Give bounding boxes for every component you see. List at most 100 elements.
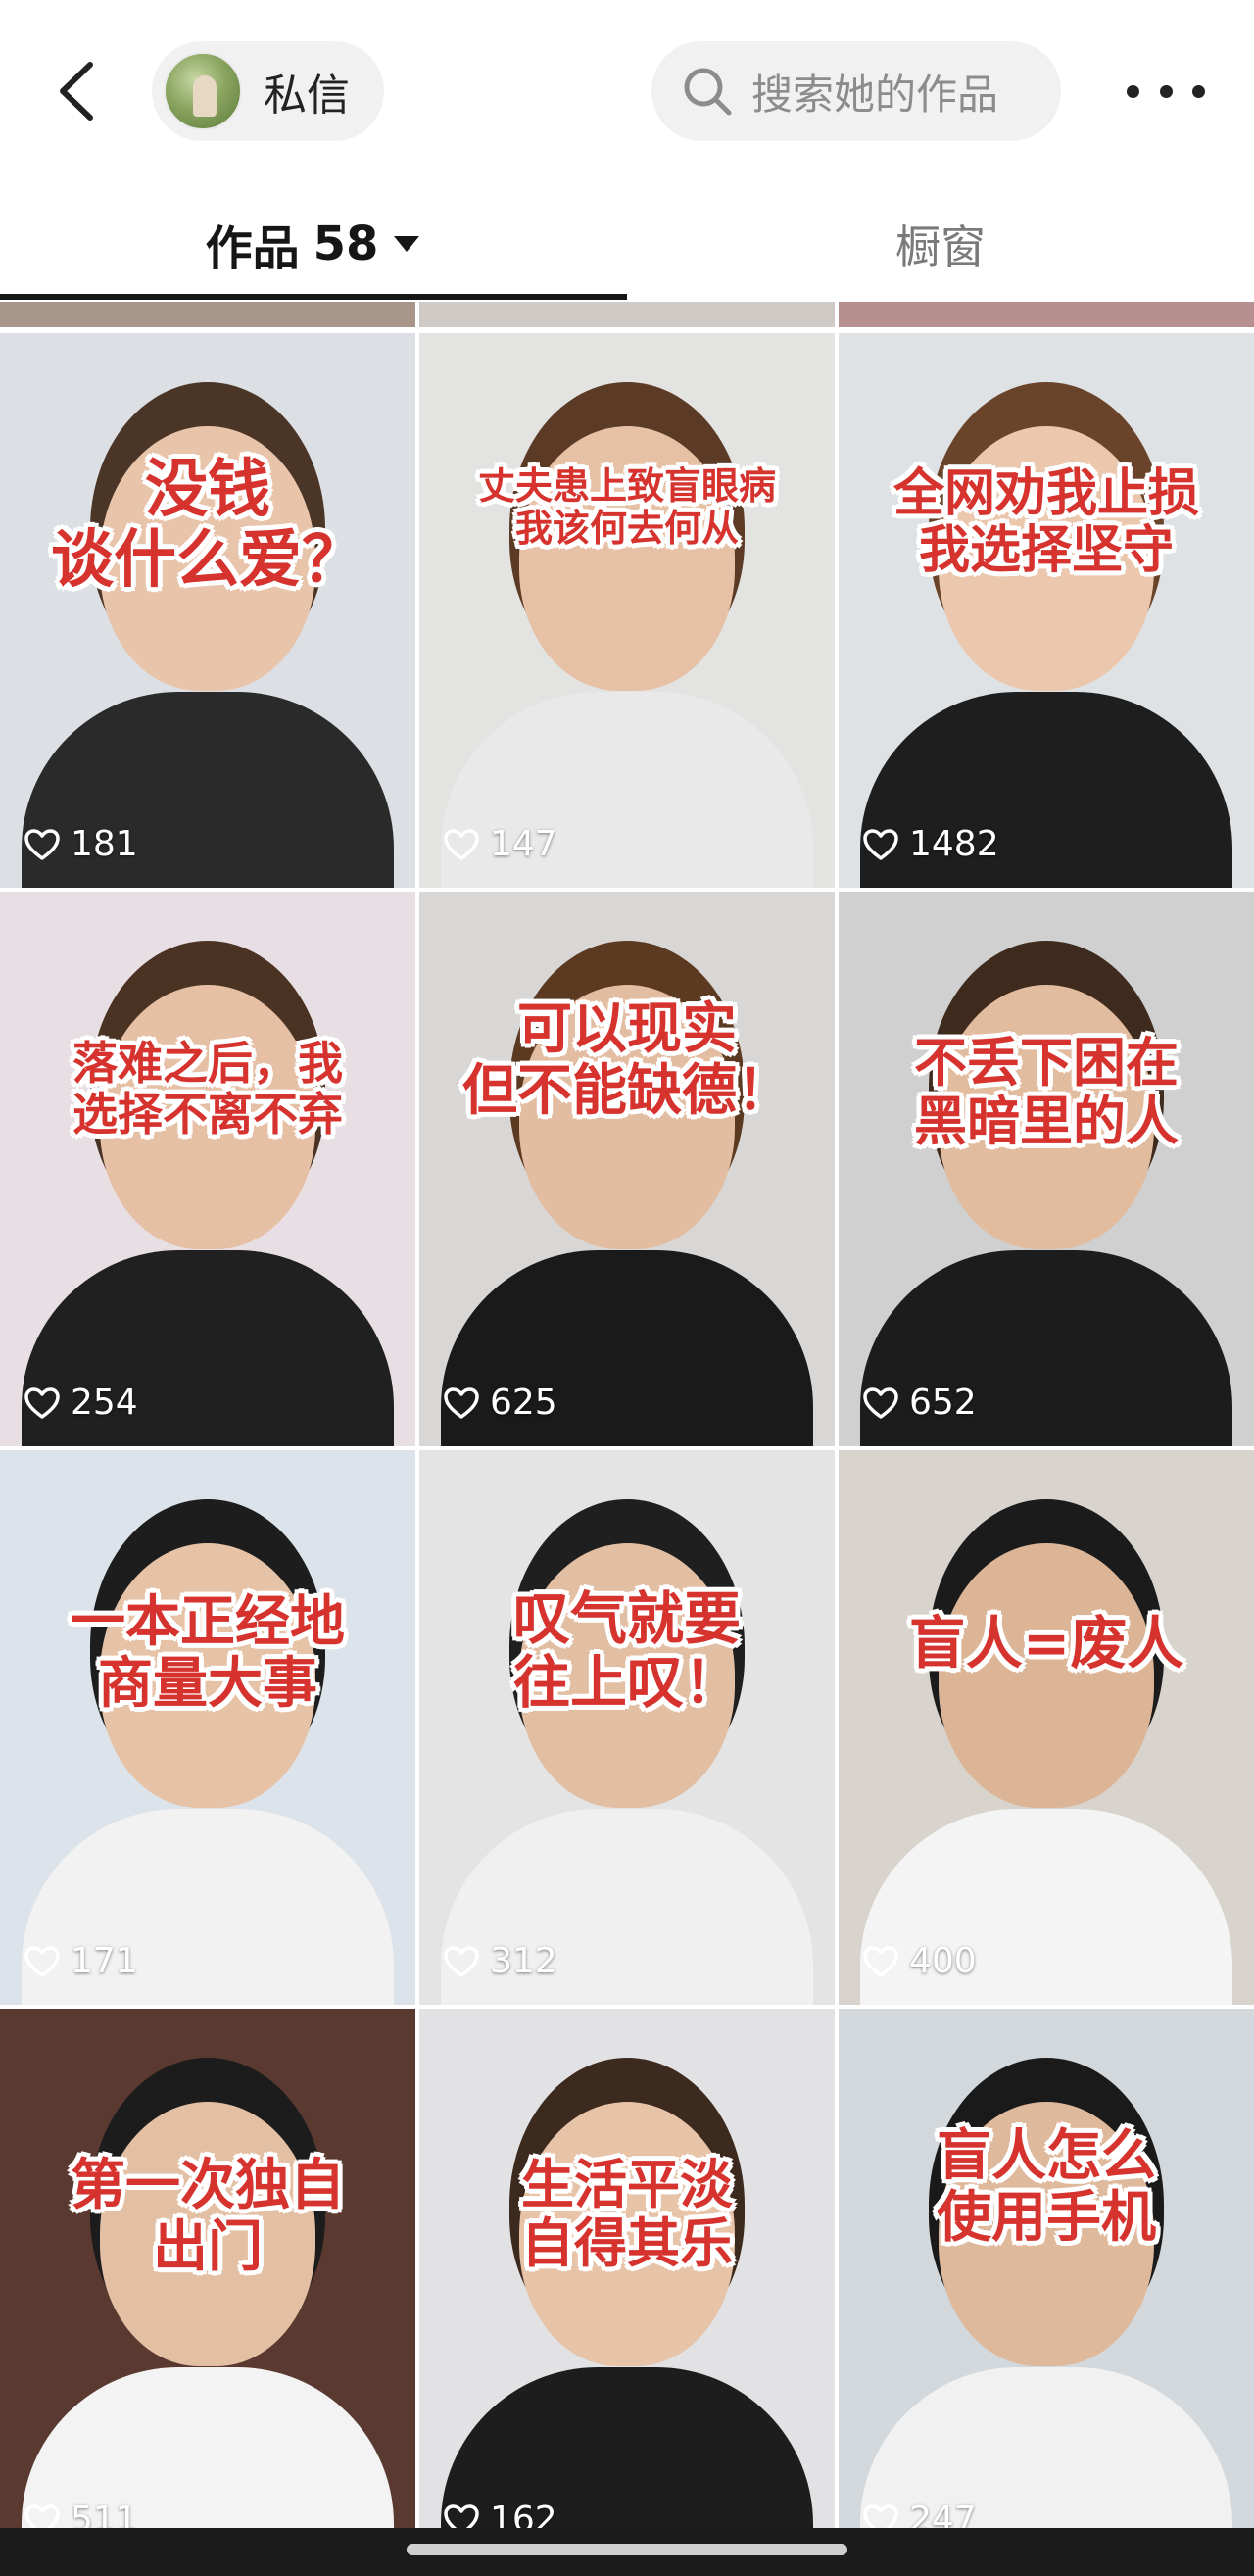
video-caption: 丈夫患上致盲眼病 我该何去何从 bbox=[419, 465, 835, 549]
like-count-value: 254 bbox=[71, 1383, 138, 1423]
video-caption-line: 盲人=废人 bbox=[908, 1610, 1184, 1677]
video-caption-line: 生活平淡 bbox=[521, 2154, 733, 2215]
tab-shop[interactable]: 橱窗 bbox=[627, 186, 1254, 302]
video-caption-line: 没钱 bbox=[145, 454, 270, 526]
like-count: 312 bbox=[443, 1941, 557, 1981]
more-dots-icon bbox=[1127, 84, 1139, 98]
video-caption: 不丢下困在 黑暗里的人 bbox=[839, 1032, 1254, 1153]
like-count-value: 625 bbox=[490, 1383, 557, 1423]
search-icon bbox=[684, 68, 732, 116]
video-caption-line: 自得其乐 bbox=[521, 2212, 733, 2275]
more-dot bbox=[1159, 84, 1173, 98]
video-tile[interactable]: 盲人怎么 使用手机 247 bbox=[839, 2009, 1254, 2563]
video-tile[interactable]: 第一次独自 出门 511 bbox=[0, 2009, 415, 2563]
video-tile[interactable]: 全网劝我止损 我选择坚守 1482 bbox=[839, 333, 1254, 888]
video-tile[interactable]: 落难之后，我 选择不离不弃 254 bbox=[0, 892, 415, 1446]
video-caption: 生活平淡 自得其乐 bbox=[419, 2154, 835, 2275]
video-tile[interactable]: 丈夫患上致盲眼病 我该何去何从 147 bbox=[419, 333, 835, 888]
works-count: 58 bbox=[313, 217, 379, 271]
active-tab-indicator bbox=[0, 294, 627, 300]
video-caption-line: 但不能缺德！ bbox=[462, 1058, 792, 1123]
video-caption-line: 丈夫患上致盲眼病 bbox=[477, 464, 776, 508]
home-indicator[interactable] bbox=[407, 2544, 847, 2555]
video-caption: 盲人=废人 bbox=[839, 1612, 1254, 1676]
heart-icon bbox=[863, 828, 898, 860]
like-count-value: 1482 bbox=[909, 824, 999, 864]
video-thumbnail-edge bbox=[419, 302, 835, 327]
video-caption: 叹气就要 往上叹！ bbox=[419, 1587, 835, 1715]
like-count-value: 652 bbox=[909, 1383, 977, 1423]
heart-icon bbox=[863, 1386, 898, 1419]
tab-works-label: 作品 bbox=[205, 221, 300, 276]
like-count-value: 181 bbox=[71, 824, 138, 864]
video-caption-line: 盲人怎么 bbox=[937, 2124, 1156, 2188]
video-tile[interactable]: 生活平淡 自得其乐 162 bbox=[419, 2009, 835, 2563]
more-dot bbox=[1192, 84, 1205, 98]
video-caption: 没钱 谈什么爱？ bbox=[0, 454, 415, 597]
video-caption-line: 第一次独自 bbox=[71, 2154, 345, 2217]
video-caption-line: 出门 bbox=[153, 2214, 263, 2279]
video-caption-line: 落难之后，我 bbox=[72, 1037, 343, 1090]
direct-message-button[interactable]: 私信 bbox=[152, 41, 384, 141]
caret-down-icon[interactable] bbox=[392, 233, 421, 255]
like-count: 652 bbox=[862, 1383, 977, 1423]
tab-works[interactable]: 作品 58 bbox=[0, 186, 627, 302]
video-caption-line: 我选择坚守 bbox=[918, 521, 1174, 581]
avatar bbox=[164, 52, 242, 130]
heart-icon bbox=[24, 828, 60, 860]
heart-icon bbox=[444, 828, 479, 860]
like-count-value: 312 bbox=[490, 1941, 557, 1981]
video-tile[interactable]: 一本正经地 商量大事 171 bbox=[0, 1450, 415, 2005]
like-count-value: 400 bbox=[909, 1941, 977, 1981]
like-count: 625 bbox=[443, 1383, 557, 1423]
video-caption-line: 可以现实 bbox=[517, 997, 737, 1061]
like-count: 147 bbox=[443, 824, 557, 864]
like-count: 400 bbox=[862, 1941, 977, 1981]
heart-icon bbox=[863, 1945, 898, 1977]
video-tile[interactable]: 没钱 谈什么爱？ 181 bbox=[0, 333, 415, 888]
video-caption: 一本正经地 商量大事 bbox=[0, 1590, 415, 1716]
like-count: 171 bbox=[24, 1941, 138, 1981]
video-caption-line: 叹气就要 bbox=[512, 1585, 741, 1652]
video-tile[interactable]: 可以现实 但不能缺德！ 625 bbox=[419, 892, 835, 1446]
like-count-value: 171 bbox=[71, 1941, 138, 1981]
heart-icon bbox=[444, 1945, 479, 1977]
video-thumbnail-edge bbox=[0, 302, 415, 327]
video-caption-line: 商量大事 bbox=[98, 1651, 317, 1716]
video-caption-line: 一本正经地 bbox=[71, 1590, 345, 1654]
video-caption-line: 使用手机 bbox=[937, 2185, 1156, 2250]
content-tabs: 作品 58 橱窗 bbox=[0, 186, 1254, 302]
video-caption: 可以现实 但不能缺德！ bbox=[419, 997, 835, 1123]
video-grid: 没钱 谈什么爱？ 181 丈夫患上致盲眼病 我该何去何从 147 全网劝我止损 我选择坚守 14… bbox=[0, 333, 1254, 2563]
video-caption: 盲人怎么 使用手机 bbox=[839, 2124, 1254, 2250]
heart-icon bbox=[444, 1386, 479, 1419]
video-caption-line: 选择不离不弃 bbox=[72, 1087, 343, 1141]
chevron-left-icon bbox=[60, 62, 93, 121]
top-bar: 私信 搜索她的作品 bbox=[0, 0, 1254, 186]
video-thumbnail-edge bbox=[839, 302, 1254, 327]
video-caption-line: 我该何去何从 bbox=[514, 506, 739, 550]
search-placeholder: 搜索她的作品 bbox=[751, 70, 999, 119]
video-tile[interactable]: 不丢下困在 黑暗里的人 652 bbox=[839, 892, 1254, 1446]
direct-message-label: 私信 bbox=[264, 71, 350, 121]
more-options-button[interactable] bbox=[1127, 69, 1205, 114]
video-tile[interactable]: 盲人=废人 400 bbox=[839, 1450, 1254, 2005]
video-caption: 第一次独自 出门 bbox=[0, 2154, 415, 2279]
video-caption-line: 谈什么爱？ bbox=[51, 523, 364, 597]
video-caption-line: 不丢下困在 bbox=[914, 1032, 1179, 1094]
like-count: 254 bbox=[24, 1383, 138, 1423]
like-count-value: 147 bbox=[490, 824, 557, 864]
previous-row-edge bbox=[0, 302, 1254, 327]
heart-icon bbox=[24, 1386, 60, 1419]
video-tile[interactable]: 叹气就要 往上叹！ 312 bbox=[419, 1450, 835, 2005]
like-count: 1482 bbox=[862, 824, 999, 864]
tab-shop-label: 橱窗 bbox=[895, 220, 986, 273]
video-caption-line: 全网劝我止损 bbox=[892, 464, 1199, 523]
video-caption-line: 黑暗里的人 bbox=[914, 1091, 1179, 1153]
video-caption-line: 往上叹！ bbox=[512, 1648, 741, 1716]
video-caption: 全网劝我止损 我选择坚守 bbox=[839, 464, 1254, 581]
heart-icon bbox=[24, 1945, 60, 1977]
video-caption: 落难之后，我 选择不离不弃 bbox=[0, 1037, 415, 1141]
back-button[interactable] bbox=[37, 47, 116, 135]
search-input[interactable]: 搜索她的作品 bbox=[651, 41, 1061, 141]
